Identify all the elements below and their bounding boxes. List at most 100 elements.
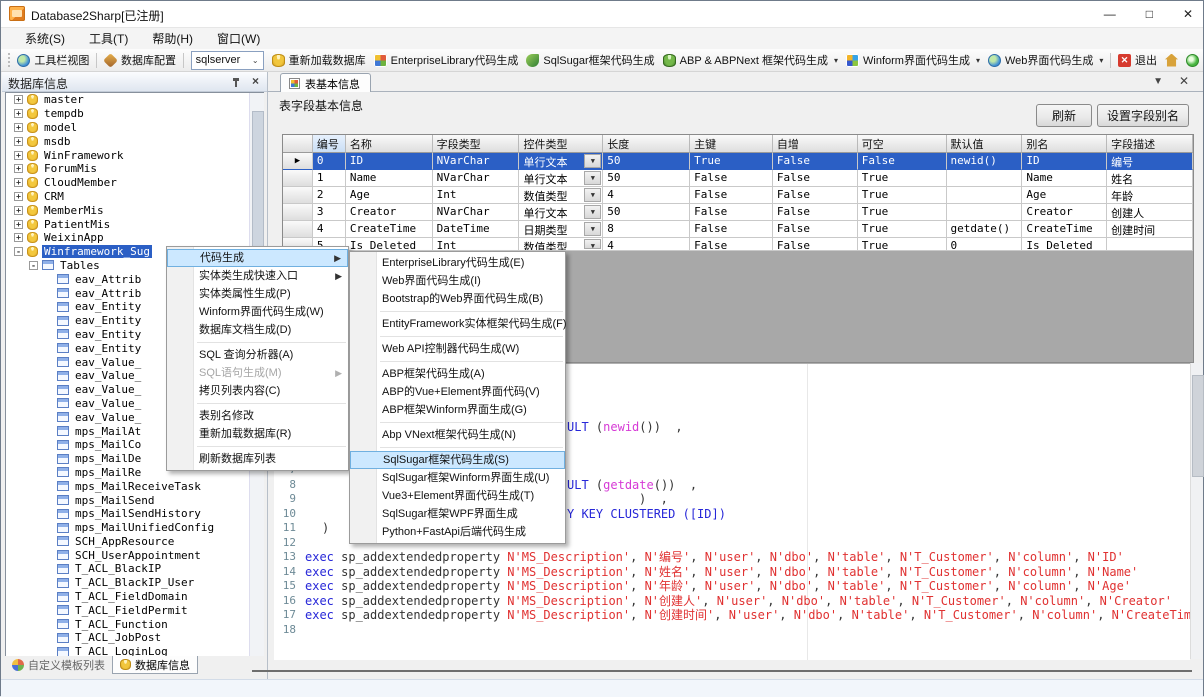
grid-cell[interactable]: getdate() <box>947 221 1023 238</box>
table-row[interactable]: 4CreateTimeDateTime日期类型▼8FalseFalseTrueg… <box>283 221 1193 238</box>
dropdown-button[interactable]: ▼ <box>584 171 601 185</box>
toolbar-button[interactable]: EnterpriseLibrary代码生成 <box>370 50 523 70</box>
panel-tab[interactable]: 自定义模板列表 <box>5 656 112 674</box>
grid-cell[interactable]: 8 <box>603 221 690 238</box>
tree-item[interactable]: mps_MailReceiveTask <box>6 479 263 493</box>
dropdown-button[interactable]: ▼ <box>584 188 601 202</box>
grid-cell[interactable]: Int <box>433 238 520 251</box>
submenu-item[interactable]: SqlSugar框架代码生成(S) <box>350 451 565 469</box>
expander-icon[interactable]: - <box>29 261 38 270</box>
grid-cell[interactable]: 创建时间 <box>1107 221 1193 238</box>
submenu-item[interactable]: Bootstrap的Web界面代码生成(B) <box>350 290 565 308</box>
dropdown-button[interactable]: ▼ <box>584 239 601 249</box>
context-menu-item[interactable]: 数据库文档生成(D) <box>167 321 348 339</box>
expander-icon[interactable]: + <box>14 151 23 160</box>
grid-cell[interactable]: Creator <box>346 204 433 221</box>
pin-icon[interactable] <box>231 77 241 87</box>
tree-item[interactable]: T_ACL_Function <box>6 617 263 631</box>
set-field-alias-button[interactable]: 设置字段别名 <box>1097 104 1189 127</box>
chevron-down-icon[interactable]: ▼ <box>1153 76 1163 87</box>
tree-item[interactable]: T_ACL_FieldDomain <box>6 590 263 604</box>
grid-cell[interactable]: ID <box>346 153 433 170</box>
dropdown-button[interactable]: ▼ <box>584 205 601 219</box>
tree-item[interactable]: T_ACL_BlackIP <box>6 562 263 576</box>
grid-cell[interactable]: 4 <box>603 187 690 204</box>
grid-cell[interactable]: 50 <box>603 153 690 170</box>
submenu-item[interactable]: SqlSugar框架Winform界面生成(U) <box>350 469 565 487</box>
expander-icon[interactable]: + <box>14 192 23 201</box>
chevron-down-icon[interactable]: ▾ <box>834 56 838 65</box>
menubar-item[interactable]: 工具(T) <box>79 28 138 49</box>
expander-icon[interactable]: + <box>14 123 23 132</box>
grid-cell[interactable]: 日期类型▼ <box>519 221 603 238</box>
grid-cell[interactable]: 姓名 <box>1107 170 1193 187</box>
column-header[interactable]: 控件类型 <box>519 135 603 153</box>
column-header[interactable]: 主键 <box>690 135 773 153</box>
context-menu-item[interactable]: 实体类生成快速入口▶ <box>167 267 348 285</box>
grid-cell[interactable]: 单行文本▼ <box>519 153 603 170</box>
close-button[interactable]: ✕ <box>1183 1 1193 27</box>
toolbar-button[interactable]: 数据库配置 <box>100 50 180 70</box>
tab-table-basic-info[interactable]: 表基本信息 <box>280 73 371 93</box>
dropdown-button[interactable]: ▼ <box>584 222 601 236</box>
grid-cell[interactable]: 0 <box>313 153 346 170</box>
dropdown-button[interactable]: ▼ <box>584 154 601 168</box>
tree-item[interactable]: +master <box>6 93 263 107</box>
grid-cell[interactable]: 创建人 <box>1107 204 1193 221</box>
submenu-item[interactable]: Python+FastApi后端代码生成 <box>350 523 565 541</box>
column-header[interactable]: 编号 <box>313 135 346 153</box>
grid-cell[interactable]: True <box>858 187 947 204</box>
table-row[interactable]: 5Is_DeletedInt数值类型▼4FalseFalseTrue0Is_De… <box>283 238 1193 251</box>
toolbar-grip[interactable] <box>8 53 10 68</box>
submenu-item[interactable]: ABP框架代码生成(A) <box>350 365 565 383</box>
chevron-down-icon[interactable]: ⌄ <box>252 56 259 65</box>
table-row[interactable]: 2AgeInt数值类型▼4FalseFalseTrueAge年龄 <box>283 187 1193 204</box>
minimize-button[interactable]: — <box>1104 1 1116 27</box>
grid-cell[interactable]: True <box>858 204 947 221</box>
grid-cell[interactable]: 2 <box>313 187 346 204</box>
grid-cell[interactable]: Age <box>346 187 433 204</box>
submenu-item[interactable]: Abp VNext框架代码生成(N) <box>350 426 565 444</box>
grid-cell[interactable] <box>947 170 1023 187</box>
grid-cell[interactable] <box>1107 238 1193 251</box>
panel-close-icon[interactable]: × <box>252 74 259 88</box>
grid-cell[interactable]: NVarChar <box>433 204 520 221</box>
context-menu-item[interactable]: 拷贝列表内容(C) <box>167 382 348 400</box>
toolbar-button[interactable] <box>1182 52 1203 69</box>
grid-cell[interactable]: True <box>858 221 947 238</box>
grid-cell[interactable]: False <box>690 187 773 204</box>
grid-cell[interactable]: NVarChar <box>433 153 520 170</box>
grid-cell[interactable]: Name <box>346 170 433 187</box>
tree-item[interactable]: +CloudMember <box>6 176 263 190</box>
expander-icon[interactable]: + <box>14 137 23 146</box>
row-indicator[interactable] <box>283 187 313 204</box>
maximize-button[interactable]: □ <box>1146 1 1153 27</box>
grid-cell[interactable]: 数值类型▼ <box>519 238 603 251</box>
grid-cell[interactable]: Name <box>1022 170 1107 187</box>
chevron-down-icon[interactable]: ▾ <box>976 56 980 65</box>
table-row[interactable]: 3CreatorNVarChar单行文本▼50FalseFalseTrueCre… <box>283 204 1193 221</box>
context-menu-item[interactable]: 代码生成▶ <box>167 249 348 267</box>
database-type-combobox[interactable]: sqlserver⌄ <box>191 51 264 70</box>
row-indicator-header[interactable] <box>283 135 313 153</box>
tree-item[interactable]: SCH_AppResource <box>6 535 263 549</box>
grid-cell[interactable]: Creator <box>1022 204 1107 221</box>
submenu-item[interactable]: Vue3+Element界面代码生成(T) <box>350 487 565 505</box>
grid-cell[interactable]: False <box>690 238 773 251</box>
expander-icon[interactable]: + <box>14 95 23 104</box>
grid-cell[interactable]: False <box>690 204 773 221</box>
tree-item[interactable]: mps_MailSend <box>6 493 263 507</box>
expander-icon[interactable]: + <box>14 164 23 173</box>
grid-cell[interactable]: 3 <box>313 204 346 221</box>
toolbar-button[interactable]: ABP & ABPNext 框架代码生成▾ <box>659 50 842 70</box>
toolbar-button[interactable]: Winform界面代码生成▾ <box>842 50 984 70</box>
toolbar-button[interactable]: ✕退出 <box>1114 50 1161 70</box>
tree-item[interactable]: +MemberMis <box>6 203 263 217</box>
grid-cell[interactable]: False <box>858 153 947 170</box>
chevron-down-icon[interactable]: ▾ <box>1099 56 1103 65</box>
grid-cell[interactable]: newid() <box>947 153 1023 170</box>
grid-cell[interactable]: 年龄 <box>1107 187 1193 204</box>
column-header[interactable]: 字段类型 <box>433 135 520 153</box>
tree-item[interactable]: SCH_UserAppointment <box>6 548 263 562</box>
column-header[interactable]: 长度 <box>603 135 690 153</box>
